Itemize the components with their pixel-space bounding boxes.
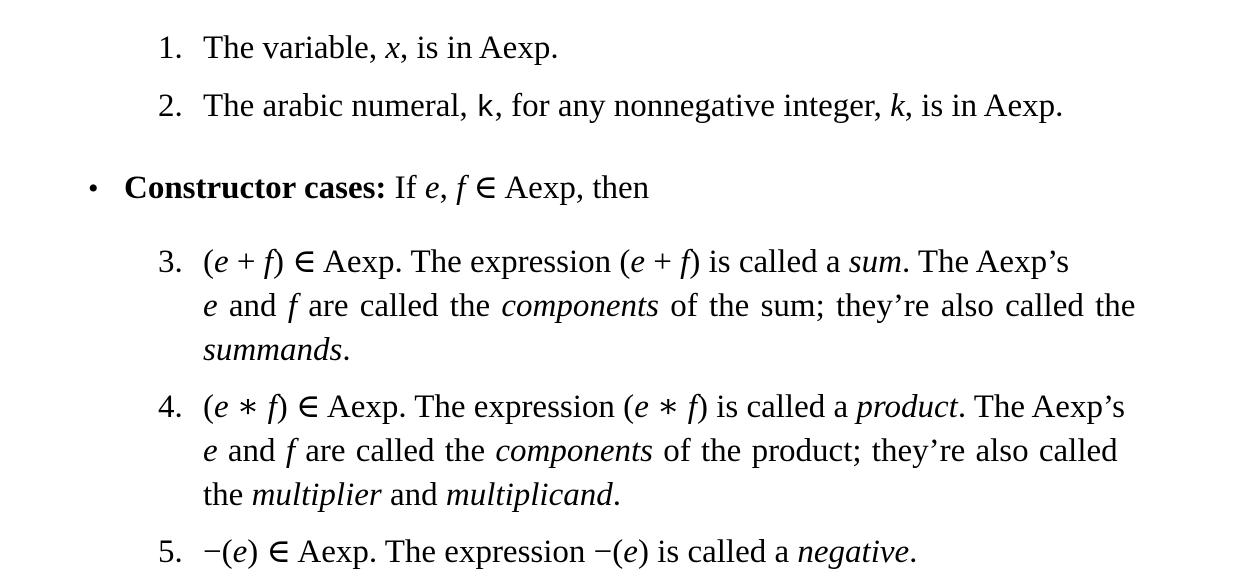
case-3-text-1: ∈ Aexp. The expression ( [283, 244, 631, 280]
item-2-text-a: The arabic numeral, [203, 88, 477, 124]
case-3-l2-var-e: e [203, 288, 218, 324]
case-3-text-3: . The Aexp’s [901, 244, 1070, 280]
case-3-l2-text-1: and [217, 288, 288, 324]
item-1-text-b: , is in Aexp. [399, 30, 559, 66]
item-2-var-k: k [890, 88, 905, 124]
constructor-var-e: e [424, 170, 440, 206]
item-2-text-b: , for any nonnegative integer, [494, 88, 891, 124]
constructor-comma: , [439, 170, 457, 206]
case-3-plus-2: + [645, 244, 681, 280]
case-4-var-f-2: f [687, 389, 697, 425]
case-4-term-multiplier: multiplier [251, 477, 382, 513]
case-3-l2-text-3: of the sum; they’re also called the [659, 288, 1136, 324]
item-1-var-x: x [385, 30, 400, 66]
case-3-l3-period: . [342, 332, 351, 368]
case-5-term-negative: negative [797, 534, 910, 570]
case-5-text-3: ) is called a [637, 534, 798, 570]
case-4-text-3: . The Aexp’s [957, 389, 1125, 425]
constructor-text-a: If [386, 170, 425, 206]
item-1-text: The variable, x, is in Aexp. [203, 32, 559, 65]
constructor-heading: Constructor cases: [124, 170, 387, 206]
case-3-line-1: (e + f) ∈ Aexp. The expression (e + f) i… [203, 246, 1205, 279]
constructor-text-b: ∈ Aexp, then [465, 170, 650, 206]
case-4-line-3: the multiplier and multiplicand. [203, 479, 621, 512]
case-3-term-components: components [501, 288, 660, 324]
case-4-term-components: components [495, 433, 654, 469]
case-4-l2-var-e: e [203, 433, 218, 469]
item-2-mono-k: k [476, 91, 495, 126]
case-5-period: . [909, 534, 918, 570]
case-3-paren-close: ) [272, 244, 284, 280]
bullet-icon: • [88, 172, 99, 205]
case-3-l2-text-2: are called the [296, 288, 502, 324]
case-4-star: ∗ [228, 389, 268, 425]
item-2-text: The arabic numeral, k, for any nonnegati… [203, 88, 1064, 126]
case-3-line-1-left: (e + f) ∈ Aexp. The expression (e + f) i… [203, 246, 1069, 279]
case-3-number: 3. [158, 244, 183, 280]
case-3-line-3: summands. [203, 334, 351, 367]
case-4-term-product: product [856, 389, 958, 425]
case-3-var-f: f [263, 244, 273, 280]
constructor-var-f: f [456, 170, 466, 206]
case-5-number: 5. [158, 534, 183, 570]
case-4-l2-text-1: and [217, 433, 286, 469]
case-4-paren-open: ( [203, 389, 214, 425]
case-3-var-e-2: e [630, 244, 646, 280]
item-1-number: 1. [158, 30, 183, 66]
item-2-text-c: , is in Aexp. [904, 88, 1064, 124]
case-4-text-2: ) is called a [696, 389, 857, 425]
case-4-star-2: ∗ [648, 389, 688, 425]
case-4-var-e-2: e [634, 389, 649, 425]
case-3-paren-open: ( [203, 244, 214, 280]
case-3-var-e: e [214, 244, 229, 280]
case-4-l3-period: . [612, 477, 621, 513]
case-3-plus: + [228, 244, 264, 280]
case-4-l2-text-2: are called the [294, 433, 496, 469]
constructor-heading-line: Constructor cases: If e, f ∈ Aexp, then [124, 172, 649, 205]
case-5-var-e: e [232, 534, 248, 570]
case-3-l2-var-f: f [287, 288, 297, 324]
case-4-var-e: e [214, 389, 229, 425]
case-5-var-e-2: e [623, 534, 638, 570]
case-4-l3-text-2: and [381, 477, 446, 513]
case-4-number: 4. [158, 389, 183, 425]
case-5-line-1: −(e) ∈ Aexp. The expression −(e) is call… [203, 536, 917, 569]
item-1-text-a: The variable, [203, 30, 386, 66]
case-4-var-f: f [267, 389, 277, 425]
case-3-text-2: ) is called a [689, 244, 849, 280]
case-5-text-2: ) ∈ Aexp. The expression −( [247, 534, 624, 570]
case-5-text-1: −( [203, 534, 233, 570]
case-4-text-1: ) ∈ Aexp. The expression ( [276, 389, 635, 425]
case-4-line-2: e and f are called the components of the… [203, 435, 1118, 468]
case-4-l3-text-1: the [203, 477, 252, 513]
item-2-number: 2. [158, 88, 183, 124]
case-3-term-sum: sum [848, 244, 902, 280]
case-4-line-1: (e ∗ f) ∈ Aexp. The expression (e ∗ f) i… [203, 391, 1125, 424]
case-4-l2-text-3: of the product; they’re also called [653, 433, 1118, 469]
case-3-line-2: e and f are called the components of the… [203, 290, 1205, 323]
case-4-term-multiplicand: multiplicand [445, 477, 613, 513]
case-3-term-summands: summands [203, 332, 343, 368]
case-4-l2-var-f: f [285, 433, 295, 469]
case-3-var-f-2: f [680, 244, 690, 280]
